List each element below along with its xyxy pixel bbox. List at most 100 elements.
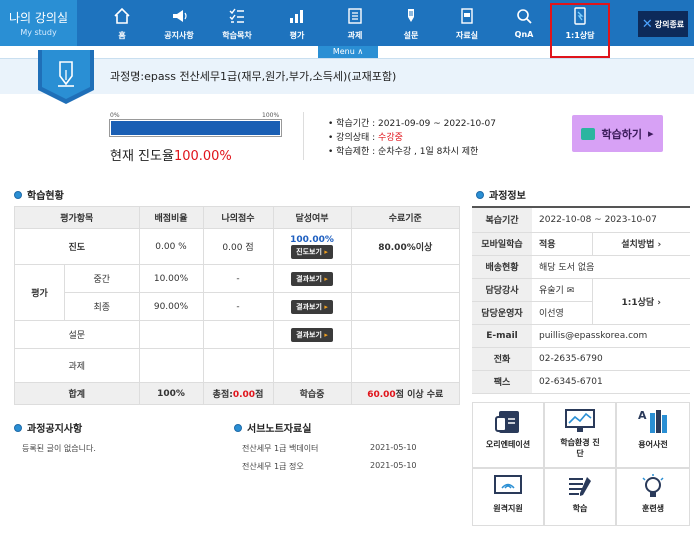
svg-text:A: A (638, 409, 647, 422)
nav-item-archive[interactable]: 자료실 (439, 0, 495, 46)
bullet-icon (234, 423, 242, 432)
checklist-icon (229, 8, 244, 23)
course-notice-title: 과정공지사항 (14, 420, 82, 435)
row-score: - (202, 264, 274, 293)
info-value: 이선영 (532, 301, 592, 325)
study-status-title-text: 학습현황 (27, 191, 64, 202)
dictionary-icon: A (638, 409, 667, 433)
nav-label: 설문 (403, 31, 419, 40)
instructor-name: 유술기 (539, 286, 564, 296)
tile-label: 오리엔테이션 (485, 440, 531, 449)
tile-study[interactable]: 학습 (544, 468, 616, 526)
menu-toggle-tab[interactable]: Menu ∧ (318, 46, 378, 58)
total-score-prefix: 총점: (212, 390, 233, 400)
bullet-icon (476, 190, 484, 199)
nav-item-evaluation[interactable]: 평가 (269, 0, 325, 46)
install-method-link[interactable]: 설치방법 › (591, 232, 690, 256)
lightbulb-icon (642, 474, 664, 497)
row-ratio: 90.00% (138, 292, 204, 321)
home-icon (114, 7, 130, 24)
info-value: 적용 (532, 232, 592, 256)
tile-orientation[interactable]: 오리엔테이션 (472, 402, 544, 468)
arrow-icon: ▸ (324, 247, 328, 256)
tile-glossary[interactable]: A 용어사전 (616, 402, 690, 468)
view-result-label: 결과보기 (296, 274, 322, 283)
progress-text-value: 100.00% (173, 149, 232, 164)
orientation-icon (495, 411, 519, 433)
info-label: 전화 (472, 347, 532, 371)
info-label: 담당운영자 (472, 301, 532, 325)
nav-item-assignment[interactable]: 과제 (327, 0, 383, 46)
subnote-item-name[interactable]: 전산세무 1급 백데이터 (242, 443, 318, 454)
info-row-delivery: 배송현황 해당 도서 없음 (472, 255, 690, 279)
subnote-title: 서브노트자료실 (234, 420, 311, 435)
brand-subtitle: My study (20, 28, 57, 37)
row-item: 합계 (14, 382, 140, 405)
column-header: 나의점수 (202, 206, 274, 229)
view-result-button[interactable]: 결과보기 ▸ (291, 299, 333, 314)
brand-title: 나의 강의실 (8, 11, 68, 25)
nav-label: 자료실 (455, 31, 479, 40)
nav-item-qna[interactable]: QnA (496, 0, 552, 46)
table-row: 과제 (14, 348, 461, 383)
subnote-item-date: 2021-05-10 (370, 443, 417, 452)
study-status-table: 평가항목 배점비율 나의점수 달성여부 수료기준 진도 0.00 % 0.00 … (14, 206, 461, 405)
table-row: 설문 결과보기 ▸ (14, 320, 461, 349)
table-header-row: 평가항목 배점비율 나의점수 달성여부 수료기준 (14, 206, 461, 229)
tile-remote-support[interactable]: 원격지원 (472, 468, 544, 526)
install-method-label: 설치방법 (621, 240, 655, 250)
start-study-button[interactable]: 학습하기 ▸ (572, 115, 663, 152)
end-lecture-button[interactable]: ✕ 강의종료 (638, 11, 688, 37)
info-row-review: 복습기간 2022-10-08 ~ 2023-10-07 (472, 207, 690, 233)
course-info-title: 과정정보 (476, 187, 526, 202)
book-icon (581, 127, 596, 140)
fountain-pen-badge-icon (38, 50, 94, 104)
nav-item-notice[interactable]: 공지사항 (151, 0, 207, 46)
row-criteria: 60.00점 이상 수료 (350, 382, 461, 405)
study-limit-text: 학습제한 : 순차수강 , 1일 8차시 제한 (336, 147, 479, 157)
nav-label: 과제 (347, 31, 363, 40)
row-score: 총점:0.00점 (202, 382, 274, 405)
pen-icon (408, 9, 414, 22)
subnote-title-text: 서브노트자료실 (247, 424, 312, 435)
total-row: 합계 100% 총점:0.00점 학습중 60.00점 이상 수료 (14, 382, 461, 405)
course-title: 과정명:epass 전산세무1급(재무,원가,부가,소득세)(교재포함) (110, 70, 397, 83)
subnote-item-name[interactable]: 전산세무 1급 정오 (242, 461, 304, 472)
study-period: • 학습기간 : 2021-09-09 ~ 2022-10-07 (328, 119, 496, 129)
tile-environment-check[interactable]: 학습환경 진단 (544, 402, 616, 468)
info-row-instructor: 담당강사 유술기 ✉ 1:1상담 › (472, 278, 690, 325)
one-on-one-consult-link[interactable]: 1:1상담 › (591, 278, 690, 325)
info-label: E-mail (472, 324, 532, 348)
nav-label: 홈 (118, 31, 126, 40)
nav-item-survey[interactable]: 설문 (383, 0, 439, 46)
view-result-button[interactable]: 결과보기 ▸ (291, 327, 333, 342)
view-progress-button[interactable]: 진도보기 ▸ (291, 244, 333, 259)
table-row: 평가 중간 10.00% - 결과보기 ▸ (14, 264, 461, 321)
view-result-button[interactable]: 결과보기 ▸ (291, 271, 333, 286)
lecture-status: • 강의상태 : 수강중 (328, 133, 403, 143)
progress-bar (109, 119, 282, 137)
arrow-icon: ▸ (324, 302, 328, 311)
tile-label: 학습환경 진단 (560, 438, 600, 458)
brand-block[interactable]: 나의 강의실 My study (0, 0, 77, 46)
row-item: 최종 (64, 292, 140, 321)
end-lecture-label: 강의종료 (654, 19, 685, 29)
folder-icon (461, 8, 473, 24)
nav-item-toc[interactable]: 학습목차 (209, 0, 265, 46)
close-icon: ✕ (641, 16, 653, 32)
nav-item-home[interactable]: 홈 (94, 0, 150, 46)
study-period-text: 학습기간 : 2021-09-09 ~ 2022-10-07 (336, 119, 496, 129)
progress-bar-fill (111, 121, 280, 135)
tile-trainee[interactable]: 훈련생 (616, 468, 690, 526)
row-achieve: 100.00% 진도보기 ▸ (272, 228, 352, 265)
eval-group-label: 평가 (14, 264, 65, 321)
vertical-divider (303, 112, 304, 160)
document-icon (348, 8, 362, 24)
consult-highlight-box (550, 3, 610, 58)
mail-icon[interactable]: ✉ (567, 286, 575, 296)
chevron-right-icon: › (657, 297, 662, 308)
row-ratio: 100% (138, 382, 204, 405)
total-criteria-suffix: 점 이상 수료 (395, 390, 444, 400)
nav-label: 공지사항 (164, 31, 194, 40)
row-criteria: 80.00%이상 (350, 228, 461, 265)
